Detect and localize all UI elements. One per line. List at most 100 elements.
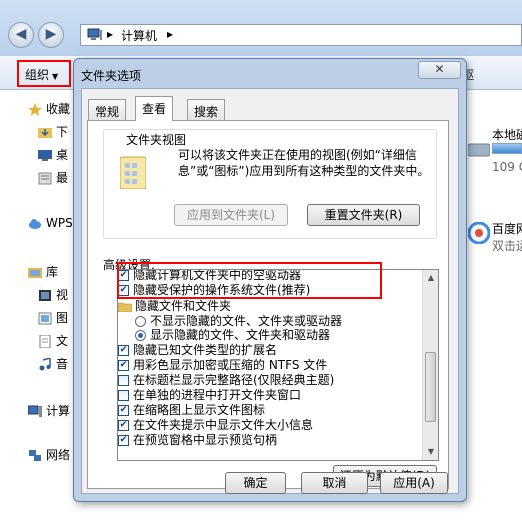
forward-arrow-icon: ▶ <box>45 26 57 42</box>
explorer-titlebar: ◀ ▶ ▸ 计算机 ▸ <box>0 0 522 56</box>
pictures-icon <box>38 312 52 325</box>
app-name[interactable]: 百度网 <box>492 220 522 237</box>
sidebar-label: 收藏 <box>46 102 71 116</box>
setting-label: 在预览窗格中显示预览句柄 <box>133 433 278 447</box>
apply-to-folders-button[interactable]: 应用到文件夹(L) <box>174 204 288 226</box>
checkbox-checked[interactable]: ✔ <box>118 435 129 446</box>
star-icon <box>28 103 42 116</box>
setting-label: 隐藏已知文件类型的扩展名 <box>133 343 278 357</box>
setting-thumbnail-icons[interactable]: ✔ 在缩略图上显示文件图标 <box>118 403 265 418</box>
setting-label: 不显示隐藏的文件、文件夹或驱动器 <box>150 314 343 328</box>
apply-button[interactable]: 应用(A) <box>380 472 448 494</box>
folder-icon <box>118 302 132 312</box>
app-subtitle: 双击运 <box>492 239 522 253</box>
sidebar-label: 计算 <box>46 404 71 418</box>
setting-preview-handlers[interactable]: ✔ 在预览窗格中显示预览句柄 <box>118 433 277 448</box>
sidebar-label: 桌 <box>56 148 69 162</box>
drive-name[interactable]: 本地磁 <box>492 126 522 143</box>
baidu-netdisk-icon[interactable] <box>468 222 490 244</box>
network-icon <box>29 450 41 461</box>
folder-views-description: 可以将该文件夹正在使用的视图(例如“详细信息”或“图标”)应用到所有这种类型的文… <box>178 148 430 178</box>
sidebar-item-recent[interactable]: 最 <box>38 169 68 187</box>
breadcrumb-separator-icon: ▸ <box>107 27 114 41</box>
breadcrumb-chevron-icon[interactable]: ▸ <box>167 27 173 41</box>
wps-cloud-icon <box>29 219 41 229</box>
tab-label: 搜索 <box>194 105 219 119</box>
sidebar-label: 下 <box>56 125 69 139</box>
vertical-scrollbar[interactable]: ▲ ▼ <box>422 270 438 460</box>
hard-drive-icon[interactable] <box>468 138 490 160</box>
setting-dont-show-hidden[interactable]: 不显示隐藏的文件、文件夹或驱动器 <box>135 314 342 329</box>
setting-label: 在文件夹提示中显示文件大小信息 <box>133 418 314 432</box>
downloads-folder-icon <box>38 128 52 138</box>
ok-button[interactable]: 确定 <box>225 472 286 494</box>
close-button[interactable]: ✕ <box>418 61 461 79</box>
setting-label: 在单独的进程中打开文件夹窗口 <box>133 388 302 402</box>
setting-full-path-title[interactable]: 在标题栏显示完整路径(仅限经典主题) <box>118 373 334 388</box>
sidebar-item-favorites[interactable]: 收藏 <box>28 100 70 118</box>
setting-separate-process[interactable]: 在单独的进程中打开文件夹窗口 <box>118 388 301 403</box>
scroll-up-icon[interactable]: ▲ <box>423 270 438 286</box>
dialog-title: 文件夹选项 <box>81 69 142 83</box>
checkbox-checked[interactable]: ✔ <box>118 405 129 416</box>
sidebar-item-downloads[interactable]: 下 <box>38 123 68 141</box>
desktop-icon <box>38 150 52 161</box>
sidebar-label: 图 <box>56 311 69 325</box>
setting-label: 在缩略图上显示文件图标 <box>133 403 266 417</box>
drive-usage-bar <box>492 143 522 154</box>
sidebar-item-wps[interactable]: WPS <box>28 216 73 234</box>
radio-selected[interactable] <box>135 330 146 341</box>
checkbox-checked[interactable]: ✔ <box>118 360 129 371</box>
tab-search[interactable]: 搜索 <box>187 99 226 120</box>
sidebar-item-desktop[interactable]: 桌 <box>38 146 68 164</box>
tab-general[interactable]: 常规 <box>88 99 127 120</box>
sidebar-item-pictures[interactable]: 图 <box>38 309 68 327</box>
breadcrumb-computer[interactable]: 计算机 <box>121 27 157 44</box>
address-bar[interactable]: ▸ 计算机 ▸ <box>80 24 522 46</box>
checkbox-unchecked[interactable] <box>118 375 129 386</box>
sidebar-item-documents[interactable]: 文 <box>38 332 68 350</box>
sidebar-item-libraries[interactable]: 库 <box>28 263 58 281</box>
music-icon <box>39 358 51 371</box>
view-tab-panel: 文件夹视图 可以将该文件夹正在使用的视图(例如“详细信息”或“图标”)应用到所有… <box>87 120 449 489</box>
drive-size: 109 G <box>492 160 522 174</box>
reset-folders-button[interactable]: 重置文件夹(R) <box>307 204 420 226</box>
setting-label: 隐藏文件和文件夹 <box>135 299 232 313</box>
tab-label: 常规 <box>95 105 120 119</box>
library-icon <box>28 268 42 278</box>
checkbox-checked[interactable]: ✔ <box>118 420 129 431</box>
sidebar-label: WPS <box>46 216 73 230</box>
setting-label: 在标题栏显示完整路径(仅限经典主题) <box>133 373 335 387</box>
setting-color-ntfs[interactable]: ✔ 用彩色显示加密或压缩的 NTFS 文件 <box>118 358 327 373</box>
tab-label: 查看 <box>142 102 167 116</box>
computer-icon <box>28 405 42 417</box>
sidebar-label: 最 <box>56 171 69 185</box>
forward-button[interactable]: ▶ <box>38 22 64 48</box>
checkbox-unchecked[interactable] <box>118 390 129 401</box>
setting-label: 用彩色显示加密或压缩的 NTFS 文件 <box>133 358 328 372</box>
scroll-thumb[interactable] <box>425 352 436 422</box>
setting-show-hidden[interactable]: 显示隐藏的文件、文件夹和驱动器 <box>135 328 330 343</box>
sidebar-label: 音 <box>56 357 69 371</box>
sidebar-item-computer[interactable]: 计算 <box>28 402 70 420</box>
folder-views-group: 文件夹视图 可以将该文件夹正在使用的视图(例如“详细信息”或“图标”)应用到所有… <box>103 129 437 239</box>
radio-unselected[interactable] <box>135 316 146 327</box>
organize-label: 组织 <box>25 68 50 82</box>
sidebar-label: 文 <box>56 334 69 348</box>
sidebar-label: 库 <box>46 265 59 279</box>
sidebar-item-music[interactable]: 音 <box>38 355 68 373</box>
tab-view[interactable]: 查看 <box>135 96 174 121</box>
scroll-down-icon[interactable]: ▼ <box>423 444 438 460</box>
setting-hide-extensions[interactable]: ✔ 隐藏已知文件类型的扩展名 <box>118 343 277 358</box>
computer-icon <box>87 28 102 40</box>
back-arrow-icon: ◀ <box>15 26 27 42</box>
checkbox-checked[interactable]: ✔ <box>118 345 129 356</box>
setting-folder-tip-size[interactable]: ✔ 在文件夹提示中显示文件大小信息 <box>118 418 313 433</box>
cancel-button[interactable]: 取消 <box>301 472 368 494</box>
folder-views-title: 文件夹视图 <box>124 131 189 148</box>
back-button[interactable]: ◀ <box>8 22 34 48</box>
setting-group-hidden-files: 隐藏文件和文件夹 <box>118 299 231 314</box>
organize-button[interactable]: 组织 ▼ <box>17 60 71 87</box>
sidebar-item-videos[interactable]: 视 <box>38 286 68 304</box>
sidebar-item-network[interactable]: 网络 <box>28 446 70 464</box>
